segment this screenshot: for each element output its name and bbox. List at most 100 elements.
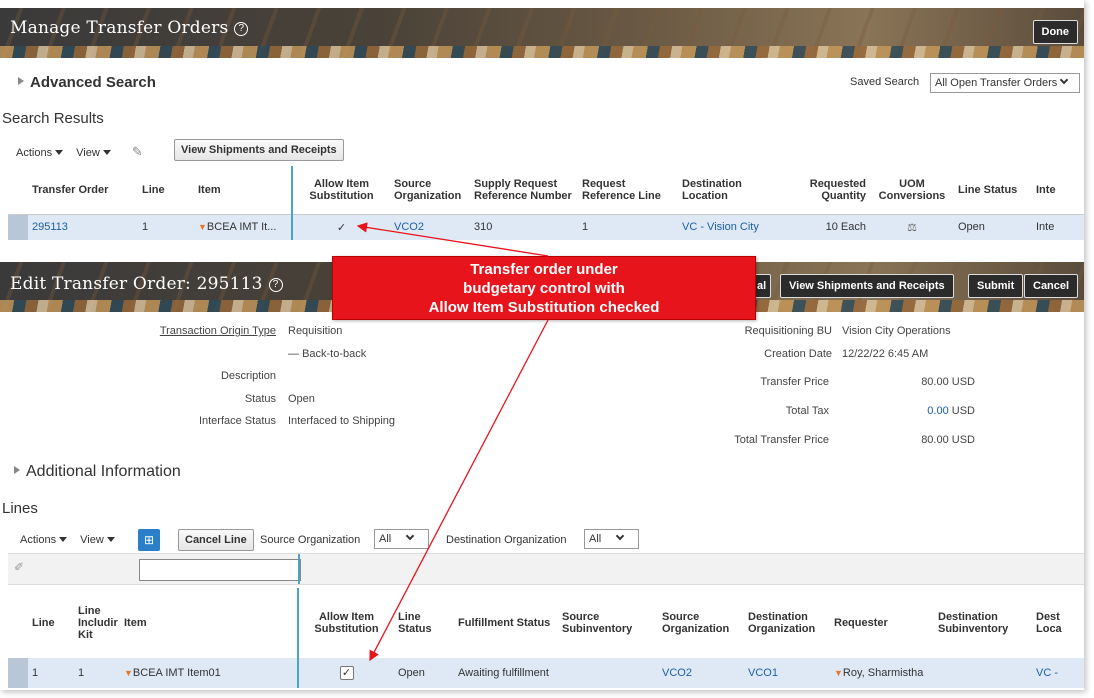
status-value: Open bbox=[288, 393, 315, 405]
table-header-row: Transfer Order Line Item Allow Item Subs… bbox=[8, 166, 1084, 214]
dest-org-filter-select[interactable]: All bbox=[584, 529, 639, 549]
total-transfer-price-value: 80.00 USD bbox=[921, 434, 975, 446]
dest-org-filter-label: Destination Organization bbox=[446, 534, 567, 546]
view-label: View bbox=[80, 534, 104, 546]
search-results-table: Transfer Order Line Item Allow Item Subs… bbox=[8, 166, 1084, 240]
col-item[interactable]: Item bbox=[124, 588, 298, 658]
lines-view-menu[interactable]: View bbox=[80, 534, 115, 546]
col-requested-quantity[interactable]: Requested Quantity bbox=[784, 166, 870, 214]
item-text: BCEA IMT It... bbox=[206, 221, 277, 234]
chevron-down-icon bbox=[615, 531, 625, 541]
col-allow-item-substitution[interactable]: Allow Item Substitution bbox=[297, 588, 394, 658]
expand-triangle-icon bbox=[18, 77, 24, 85]
advanced-search-toggle[interactable]: Advanced Search bbox=[18, 74, 156, 91]
cancel-line-button[interactable]: Cancel Line bbox=[178, 529, 254, 551]
chevron-down-icon bbox=[1060, 75, 1069, 85]
item-text: BCEA IMT Item01 bbox=[132, 667, 221, 679]
cell-allow-substitution: ✓ bbox=[291, 214, 390, 240]
cell-item: ▼BCEA IMT Item01 bbox=[124, 658, 298, 688]
help-icon[interactable]: ? bbox=[268, 278, 283, 292]
advanced-search-label: Advanced Search bbox=[30, 74, 156, 91]
cell-request-ref-line: 1 bbox=[578, 214, 678, 240]
lines-table: Line Line Includir Kit Item Allow Item S… bbox=[8, 588, 1084, 688]
screenshot-frame: Manage Transfer Orders? Done Advanced Se… bbox=[0, 0, 1084, 690]
cell-line: 1 bbox=[138, 214, 194, 240]
col-destination-location[interactable]: Dest Loca bbox=[1032, 588, 1084, 658]
query-by-example-icon[interactable]: ⊞ bbox=[138, 529, 160, 551]
cell-source-org: VCO2 bbox=[390, 214, 470, 240]
cell-line-including-kit: 1 bbox=[74, 658, 124, 688]
requester-text: Roy, Sharmistha bbox=[842, 667, 924, 679]
col-destination-location[interactable]: Destination Location bbox=[678, 166, 784, 214]
cell-line: 1 bbox=[28, 658, 74, 688]
transfer-order-link[interactable]: 295113 bbox=[28, 214, 138, 240]
col-source-subinventory[interactable]: Source Subinventory bbox=[558, 588, 658, 658]
page-title-text: Manage Transfer Orders bbox=[10, 18, 229, 38]
cell-allow-substitution: ✓ bbox=[297, 658, 394, 688]
additional-info-toggle[interactable]: Additional Information bbox=[14, 463, 181, 481]
done-button[interactable]: Done bbox=[1032, 20, 1078, 44]
row-selector-header bbox=[8, 588, 28, 658]
total-tax-label: Total Tax bbox=[785, 405, 829, 417]
col-line[interactable]: Line bbox=[28, 588, 74, 658]
col-supply-request-ref[interactable]: Supply Request Reference Number bbox=[470, 166, 578, 214]
saved-search-value: All Open Transfer Orders bbox=[935, 77, 1058, 89]
edit-title-text: Edit Transfer Order: 295113 bbox=[10, 274, 263, 294]
table-row[interactable]: 1 1 ▼BCEA IMT Item01 ✓ Open Awaiting ful… bbox=[8, 658, 1084, 688]
actions-menu[interactable]: Actions bbox=[16, 147, 64, 159]
total-tax-currency: USD bbox=[951, 405, 975, 417]
clear-filter-icon[interactable]: ✐ bbox=[14, 560, 24, 574]
uom-conversion-icon[interactable]: ⚖ bbox=[870, 214, 954, 240]
cell-source-subinventory bbox=[558, 658, 658, 688]
source-org-filter-label: Source Organization bbox=[260, 534, 361, 546]
saved-search-select[interactable]: All Open Transfer Orders bbox=[930, 73, 1080, 93]
col-line-status[interactable]: Line Status bbox=[394, 588, 454, 658]
col-transfer-order[interactable]: Transfer Order bbox=[28, 166, 138, 214]
help-icon[interactable]: ? bbox=[234, 22, 249, 36]
origin-type-value: Requisition bbox=[288, 325, 343, 337]
transfer-price-label: Transfer Price bbox=[760, 376, 829, 388]
col-destination-organization[interactable]: Destination Organization bbox=[744, 588, 830, 658]
row-selector[interactable] bbox=[8, 658, 28, 688]
col-fulfillment-status[interactable]: Fulfillment Status bbox=[454, 588, 558, 658]
col-allow-item-substitution[interactable]: Allow Item Substitution bbox=[291, 166, 390, 214]
col-source-organization[interactable]: Source Organization bbox=[390, 166, 470, 214]
col-uom-conversions[interactable]: UOM Conversions bbox=[870, 166, 954, 214]
cell-requester: ▼Roy, Sharmistha bbox=[830, 658, 934, 688]
caret-down-icon bbox=[59, 537, 68, 542]
interface-status-value: Interfaced to Shipping bbox=[288, 415, 396, 427]
search-results-heading: Search Results bbox=[2, 110, 104, 127]
item-filter-input[interactable] bbox=[139, 559, 301, 581]
col-line-including-kit[interactable]: Line Includir Kit bbox=[74, 588, 124, 658]
view-shipments-button[interactable]: View Shipments and Receipts bbox=[174, 139, 344, 161]
col-destination-subinventory[interactable]: Destination Subinventory bbox=[934, 588, 1032, 658]
total-tax-value: 0.00 USD bbox=[842, 405, 975, 417]
col-interface[interactable]: Inte bbox=[1032, 166, 1084, 214]
col-request-reference-line[interactable]: Request Reference Line bbox=[578, 166, 678, 214]
col-source-organization[interactable]: Source Organization bbox=[658, 588, 744, 658]
submit-button[interactable]: Submit bbox=[968, 274, 1024, 298]
lines-toolbar: Actions View bbox=[20, 534, 115, 546]
additional-info-label: Additional Information bbox=[26, 463, 181, 480]
flag-icon: ▼ bbox=[834, 668, 843, 678]
col-line[interactable]: Line bbox=[138, 166, 194, 214]
col-line-status[interactable]: Line Status bbox=[954, 166, 1032, 214]
dest-org-filter-value: All bbox=[589, 533, 602, 545]
view-menu[interactable]: View bbox=[76, 147, 111, 159]
cell-dest-org: VCO1 bbox=[744, 658, 830, 688]
cancel-button[interactable]: Cancel bbox=[1024, 274, 1079, 298]
total-tax-link[interactable]: 0.00 bbox=[927, 405, 948, 417]
cell-dest-location: VC - Vision City bbox=[678, 214, 784, 240]
view-shipments-receipts-button[interactable]: View Shipments and Receipts bbox=[780, 274, 954, 298]
col-item[interactable]: Item bbox=[194, 166, 292, 214]
cell-fulfillment-status: Awaiting fulfillment bbox=[454, 658, 558, 688]
cell-line-status: Open bbox=[954, 214, 1032, 240]
row-selector[interactable] bbox=[8, 214, 28, 240]
manage-header-banner: Manage Transfer Orders? Done bbox=[0, 8, 1084, 58]
table-row[interactable]: 295113 1 ▼BCEA IMT It... ✓ VCO2 310 1 VC… bbox=[8, 214, 1084, 240]
source-org-filter-select[interactable]: All bbox=[374, 529, 429, 549]
lines-actions-menu[interactable]: Actions bbox=[20, 534, 68, 546]
allow-substitution-checkbox[interactable]: ✓ bbox=[339, 666, 354, 680]
pencil-edit-icon[interactable]: ✎ bbox=[132, 144, 143, 159]
col-requester[interactable]: Requester bbox=[830, 588, 934, 658]
